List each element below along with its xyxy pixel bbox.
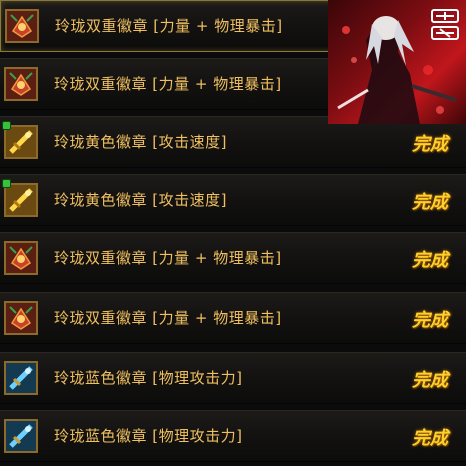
blue-badge-icon: [4, 419, 38, 453]
badge-row[interactable]: 玲珑蓝色徽章 [物理攻击力] 完成: [0, 410, 466, 462]
badge-name: 玲珑双重徽章 [力量 + 物理暴击]: [54, 75, 282, 93]
lock-icon: [2, 121, 11, 130]
status-complete: 完成: [412, 192, 448, 213]
badge-row[interactable]: 玲珑黄色徽章 [攻击速度] 完成: [0, 174, 466, 226]
badge-name: 玲珑双重徽章 [力量 + 物理暴击]: [54, 249, 282, 267]
dual-badge-icon: [4, 67, 38, 101]
game-promo-art: [328, 0, 466, 124]
badge-name: 玲珑黄色徽章 [攻击速度]: [54, 191, 227, 209]
blue-badge-icon: [4, 361, 38, 395]
badge-row[interactable]: 玲珑双重徽章 [力量 + 物理暴击] 完成: [0, 232, 466, 284]
badge-craft-list: 玲珑双重徽章 [力量 + 物理暴击] 玲珑双重徽章 [力量 + 物理暴击] 玲珑…: [0, 0, 466, 466]
badge-name: 玲珑双重徽章 [力量 + 物理暴击]: [54, 309, 282, 327]
status-complete: 完成: [412, 428, 448, 449]
badge-row[interactable]: 玲珑蓝色徽章 [物理攻击力] 完成: [0, 352, 466, 404]
yellow-badge-icon: [4, 183, 38, 217]
badge-name: 玲珑双重徽章 [力量 + 物理暴击]: [55, 17, 283, 35]
badge-name: 玲珑蓝色徽章 [物理攻击力]: [54, 427, 243, 445]
yellow-badge-icon: [4, 125, 38, 159]
status-complete: 完成: [412, 250, 448, 271]
status-complete: 完成: [412, 134, 448, 155]
status-complete: 完成: [412, 310, 448, 331]
status-complete: 完成: [412, 370, 448, 391]
badge-name: 玲珑蓝色徽章 [物理攻击力]: [54, 369, 243, 387]
game-logo-icon: [431, 9, 459, 40]
dual-badge-icon: [4, 241, 38, 275]
badge-row[interactable]: 玲珑双重徽章 [力量 + 物理暴击] 完成: [0, 292, 466, 344]
dual-badge-icon: [4, 301, 38, 335]
badge-name: 玲珑黄色徽章 [攻击速度]: [54, 133, 227, 151]
lock-icon: [2, 179, 11, 188]
dual-badge-icon: [5, 9, 39, 43]
